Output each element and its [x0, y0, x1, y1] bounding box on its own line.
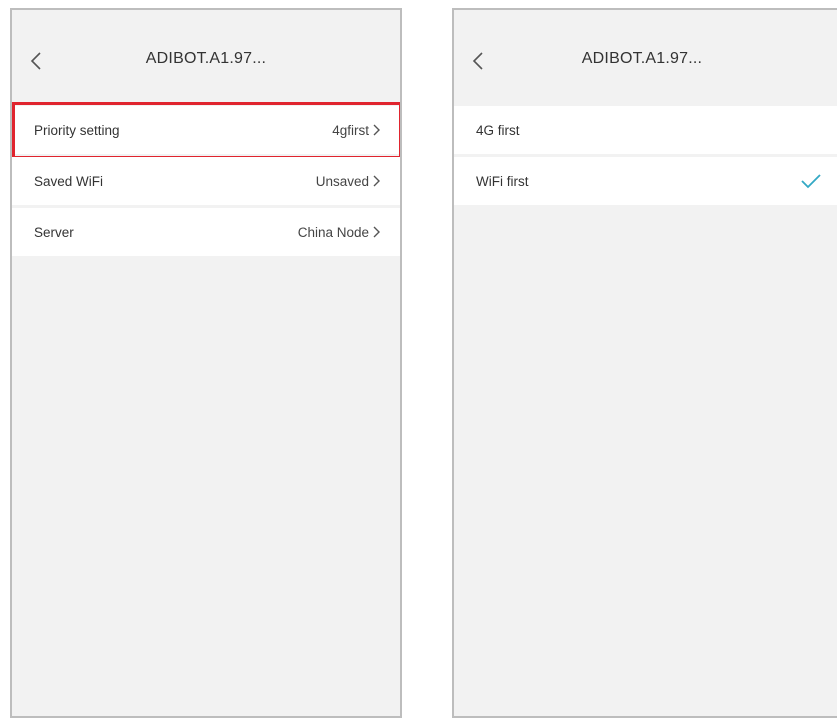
priority-setting-row[interactable]: Priority setting 4gfirst: [12, 106, 400, 154]
option-4g-first[interactable]: 4G first: [454, 106, 837, 154]
priority-row-wrap: Priority setting 4gfirst: [12, 102, 400, 159]
option-wifi-first[interactable]: WiFi first: [454, 157, 837, 205]
saved-wifi-row[interactable]: Saved WiFi Unsaved: [12, 157, 400, 205]
chevron-right-icon: [372, 175, 380, 187]
row-value: China Node: [297, 224, 369, 240]
phone-screen-left: ADIBOT.A1.97... Priority setting 4gfirst…: [10, 8, 402, 718]
checkmark-icon: [800, 173, 822, 189]
option-label: WiFi first: [476, 173, 529, 189]
priority-options-list: 4G first WiFi first: [454, 106, 837, 205]
row-value-group: Unsaved: [316, 174, 380, 189]
nav-header: ADIBOT.A1.97...: [454, 10, 837, 104]
nav-header: ADIBOT.A1.97...: [12, 10, 400, 104]
row-value: Unsaved: [315, 173, 369, 189]
server-row[interactable]: Server China Node: [12, 208, 400, 256]
settings-list: Priority setting 4gfirst Saved WiFi Unsa…: [12, 102, 400, 256]
row-label: Server: [34, 224, 74, 240]
page-title: ADIBOT.A1.97...: [145, 50, 267, 67]
page-title: ADIBOT.A1.97...: [581, 50, 703, 67]
option-label: 4G first: [476, 122, 520, 138]
phone-screen-right: ADIBOT.A1.97... 4G first WiFi first: [452, 8, 837, 718]
row-value-group: China Node: [298, 225, 380, 240]
chevron-right-icon: [372, 226, 380, 238]
chevron-right-icon: [372, 124, 380, 136]
row-value: 4gfirst: [332, 122, 369, 138]
row-label: Saved WiFi: [34, 173, 104, 189]
row-value-group: 4gfirst: [332, 123, 380, 138]
row-label: Priority setting: [34, 122, 120, 138]
